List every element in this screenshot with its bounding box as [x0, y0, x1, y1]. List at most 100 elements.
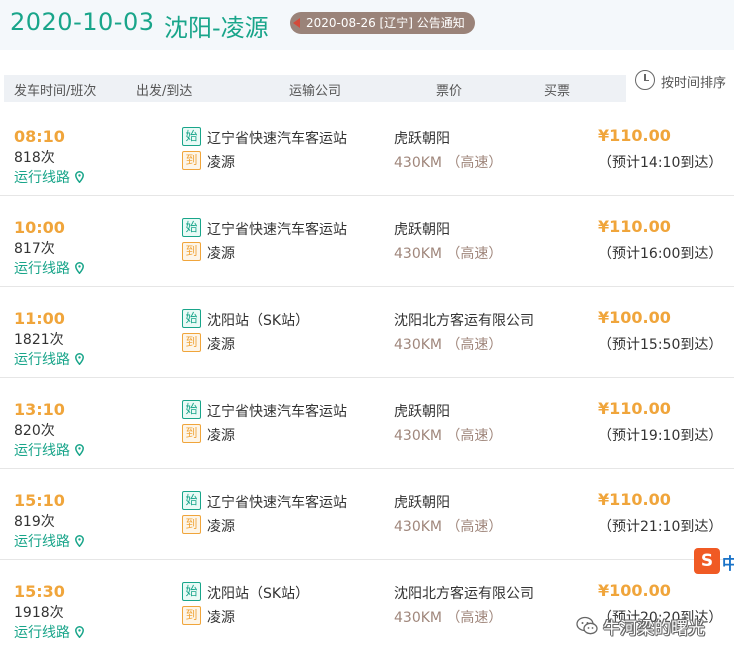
arrival-tag: 到 [182, 333, 201, 352]
trip-number: 819次 [14, 514, 55, 530]
route-link[interactable]: 运行线路 [14, 258, 84, 278]
distance: 430KM （高速） [394, 519, 503, 535]
sogou-logo-icon: S [694, 548, 720, 574]
wechat-icon [576, 616, 598, 635]
clock-icon [635, 70, 655, 90]
route-link[interactable]: 运行线路 [14, 531, 84, 551]
ticket-price: ¥110.00 [598, 126, 671, 145]
start-tag: 始 [182, 309, 201, 328]
page-header: 2020-10-03 沈阳-凌源 2020-08-26 [辽宁] 公告通知 [0, 0, 734, 50]
trip-number: 1918次 [14, 605, 64, 621]
col-price: 票价 [436, 84, 463, 99]
depart-time: 08:10 [14, 127, 65, 146]
arrival-station: 凌源 [207, 519, 235, 535]
start-tag: 始 [182, 582, 201, 601]
transport-company: 虎跃朝阳 [394, 495, 450, 511]
schedule-row: 13:10 820次运行线路 始辽宁省快速汽车客运站到凌源 虎跃朝阳 430KM （高速… [0, 378, 734, 469]
estimated-arrival: （预计16:00到达） [598, 246, 723, 262]
arrival-tag: 到 [182, 606, 201, 625]
schedule-row: 08:10 818次运行线路 始辽宁省快速汽车客运站到凌源 虎跃朝阳 430KM （高速… [0, 105, 734, 196]
arrival-tag: 到 [182, 242, 201, 261]
departure-station: 辽宁省快速汽车客运站 [207, 222, 347, 238]
arrival-station: 凌源 [207, 610, 235, 626]
trip-number: 818次 [14, 150, 55, 166]
departure-station: 辽宁省快速汽车客运站 [207, 495, 347, 511]
distance: 430KM （高速） [394, 246, 503, 262]
location-pin-icon [75, 535, 84, 547]
watermark-text: 牛河梁的曙光 [603, 619, 705, 639]
distance: 430KM （高速） [394, 337, 503, 353]
departure-station: 沈阳站（SK站） [207, 586, 310, 602]
start-tag: 始 [182, 218, 201, 237]
arrival-tag: 到 [182, 151, 201, 170]
start-tag: 始 [182, 491, 201, 510]
col-from-to: 出发/到达 [136, 84, 193, 99]
route-link-label: 运行线路 [14, 443, 70, 459]
departure-station: 沈阳站（SK站） [207, 313, 310, 329]
arrival-station: 凌源 [207, 337, 235, 353]
arrival-station: 凌源 [207, 428, 235, 444]
depart-time: 13:10 [14, 400, 65, 419]
estimated-arrival: （预计19:10到达） [598, 428, 723, 444]
transport-company: 虎跃朝阳 [394, 404, 450, 420]
transport-company: 虎跃朝阳 [394, 222, 450, 238]
estimated-arrival: （预计14:10到达） [598, 155, 723, 171]
start-tag: 始 [182, 127, 201, 146]
table-header: 发车时间/班次 出发/到达 运输公司 票价 买票 [4, 75, 626, 102]
sogou-ime-label: 中 [722, 554, 734, 573]
estimated-arrival: （预计15:50到达） [598, 337, 723, 353]
col-buy: 买票 [544, 84, 571, 99]
arrival-station: 凌源 [207, 155, 235, 171]
location-pin-icon [75, 353, 84, 365]
start-tag: 始 [182, 400, 201, 419]
col-depart-time: 发车时间/班次 [14, 84, 97, 99]
transport-company: 虎跃朝阳 [394, 131, 450, 147]
travel-date: 2020-10-03 [10, 8, 155, 36]
transport-company: 沈阳北方客运有限公司 [394, 313, 534, 329]
departure-station: 辽宁省快速汽车客运站 [207, 404, 347, 420]
route-link-label: 运行线路 [14, 170, 70, 186]
route-title: 沈阳-凌源 [164, 14, 269, 42]
route-link-label: 运行线路 [14, 352, 70, 368]
depart-time: 15:30 [14, 582, 65, 601]
route-link-label: 运行线路 [14, 261, 70, 277]
depart-time: 15:10 [14, 491, 65, 510]
schedule-row: 10:00 817次运行线路 始辽宁省快速汽车客运站到凌源 虎跃朝阳 430KM （高速… [0, 196, 734, 287]
location-pin-icon [75, 262, 84, 274]
distance: 430KM （高速） [394, 428, 503, 444]
ticket-price: ¥100.00 [598, 581, 671, 600]
trip-number: 1821次 [14, 332, 64, 348]
notice-text: 2020-08-26 [辽宁] 公告通知 [306, 16, 465, 30]
route-link[interactable]: 运行线路 [14, 167, 84, 187]
route-link-label: 运行线路 [14, 534, 70, 550]
trip-number: 820次 [14, 423, 55, 439]
route-link[interactable]: 运行线路 [14, 622, 84, 642]
depart-time: 11:00 [14, 309, 65, 328]
arrival-tag: 到 [182, 515, 201, 534]
ticket-price: ¥100.00 [598, 308, 671, 327]
distance: 430KM （高速） [394, 155, 503, 171]
location-pin-icon [75, 171, 84, 183]
arrival-station: 凌源 [207, 246, 235, 262]
arrival-tag: 到 [182, 424, 201, 443]
route-link[interactable]: 运行线路 [14, 440, 84, 460]
departure-station: 辽宁省快速汽车客运站 [207, 131, 347, 147]
notice-badge[interactable]: 2020-08-26 [辽宁] 公告通知 [290, 12, 475, 34]
estimated-arrival: （预计21:10到达） [598, 519, 723, 535]
location-pin-icon [75, 626, 84, 638]
ticket-price: ¥110.00 [598, 399, 671, 418]
route-link-label: 运行线路 [14, 625, 70, 641]
ticket-price: ¥110.00 [598, 490, 671, 509]
sort-label: 按时间排序 [661, 76, 727, 91]
ticket-price: ¥110.00 [598, 217, 671, 236]
schedule-row: 11:00 1821次运行线路 始沈阳站（SK站） 到凌源 沈阳北方客运有限公司 430K… [0, 287, 734, 378]
notice-arrow-icon [293, 18, 300, 28]
col-company: 运输公司 [289, 84, 342, 99]
transport-company: 沈阳北方客运有限公司 [394, 586, 534, 602]
location-pin-icon [75, 444, 84, 456]
route-link[interactable]: 运行线路 [14, 349, 84, 369]
trip-number: 817次 [14, 241, 55, 257]
distance: 430KM （高速） [394, 610, 503, 626]
depart-time: 10:00 [14, 218, 65, 237]
schedule-row: 15:10 819次运行线路 始辽宁省快速汽车客运站到凌源 虎跃朝阳 430KM （高速… [0, 469, 734, 560]
